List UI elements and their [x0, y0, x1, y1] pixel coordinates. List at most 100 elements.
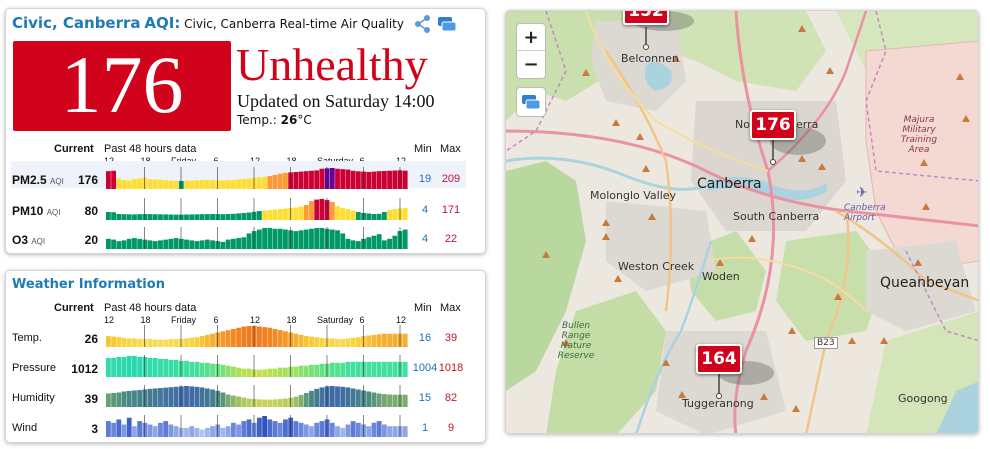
pm25-bar: [303, 171, 309, 189]
wind-bar: [262, 416, 268, 437]
pm25-bar: [184, 180, 189, 189]
wind-bar: [355, 422, 361, 437]
city-name[interactable]: Civic, Canberra: [12, 14, 141, 32]
pm25-bar: [335, 168, 340, 189]
zoom-in-button[interactable]: +: [517, 24, 545, 51]
pressure-bar: [163, 358, 169, 377]
pm10-bar: [126, 214, 132, 220]
aqi-marker-canberra[interactable]: 176: [750, 110, 796, 140]
temp-value: 26: [280, 113, 298, 127]
humidity-bar: [230, 395, 236, 407]
widget-icon[interactable]: [436, 14, 458, 34]
pm10-bar: [376, 213, 382, 220]
wind-bar: [173, 426, 179, 437]
map-layers-button[interactable]: [516, 87, 546, 117]
o3-label[interactable]: O3 AQI: [12, 233, 45, 247]
pm25-bar: [142, 177, 148, 189]
humidity-bar: [402, 394, 408, 407]
pm25-bar: [158, 179, 163, 189]
pm25-bar: [277, 173, 283, 189]
wind-bar: [267, 419, 273, 437]
wind-bar: [381, 424, 387, 437]
pm25-bar: [173, 180, 179, 189]
humidity-bar: [126, 390, 132, 407]
wx-max-header: Max: [440, 302, 461, 314]
wind-bar: [194, 427, 200, 437]
pm10-bar: [111, 212, 117, 220]
pm25-bar: [366, 171, 372, 189]
humidity-bar: [220, 392, 226, 407]
pressure-bar: [272, 368, 278, 377]
pm10-bar: [298, 206, 304, 220]
pressure-bar: [340, 362, 346, 377]
pressure-label[interactable]: Pressure: [12, 362, 56, 374]
pm25-bar: [111, 170, 117, 189]
o3-max: 22: [444, 233, 458, 245]
aqi-marker-tuggeranong[interactable]: 164: [696, 344, 742, 374]
humidity-bar: [298, 394, 304, 407]
pressure-bar: [298, 365, 304, 377]
pm25-bar: [116, 178, 122, 189]
pm25-bar: [178, 180, 184, 189]
label-canberra: Canberra: [697, 176, 762, 192]
humidity-label[interactable]: Humidity: [12, 392, 55, 404]
pressure-bar: [142, 356, 148, 377]
pressure-bar: [262, 369, 268, 377]
pm25-bar: [314, 170, 320, 189]
wind-label[interactable]: Wind: [12, 422, 37, 434]
pm25-bar: [132, 178, 137, 189]
pm25-bar: [220, 180, 226, 189]
o3-bar: [220, 241, 226, 249]
pm10-bar: [189, 214, 195, 220]
humidity-bar: [199, 387, 205, 407]
layers-icon: [522, 95, 541, 110]
pm25-bar: [381, 171, 387, 189]
pm10-label[interactable]: PM10 AQI: [12, 204, 60, 218]
pressure-bar: [220, 364, 226, 377]
o3-bar: [345, 238, 351, 249]
temp-bar: [126, 338, 132, 347]
o3-bar: [366, 237, 372, 249]
humidity-bar: [309, 390, 314, 407]
pressure-bar: [350, 361, 356, 377]
pm10-sparkline: [106, 198, 408, 220]
wind-bar: [126, 417, 132, 437]
wind-bar: [283, 419, 288, 437]
aqi-card: Civic, Canberra AQI: Civic, Canberra Rea…: [5, 8, 486, 254]
humidity-bar: [392, 394, 398, 407]
label-majura: Majura Military Training Area: [900, 115, 938, 155]
pm25-bar: [350, 170, 356, 189]
label-molonglo-valley: Molonglo Valley: [590, 189, 677, 202]
pm10-max: 171: [441, 204, 461, 216]
aqi-marker-belconnen[interactable]: 152: [623, 11, 669, 25]
pm10-bar: [329, 202, 335, 220]
zoom-out-button[interactable]: −: [517, 51, 545, 78]
pressure-bar: [173, 359, 179, 377]
share-icon[interactable]: [412, 14, 434, 34]
pressure-bar: [241, 368, 247, 377]
pm25-sparkline: [106, 167, 408, 189]
o3-label-text: O3: [12, 233, 32, 247]
humidity-bar: [335, 386, 340, 407]
humidity-bar: [147, 388, 153, 407]
pm25-bar: [293, 171, 299, 189]
pressure-bar: [387, 361, 392, 377]
pm10-bar: [319, 199, 325, 220]
pm10-bar: [340, 208, 346, 220]
humidity-bar: [371, 392, 377, 407]
wind-bar: [272, 421, 278, 437]
humidity-bar: [366, 391, 372, 407]
temp-label[interactable]: Temp.: [12, 332, 42, 344]
pressure-bar: [230, 366, 236, 377]
o3-bar: [371, 235, 377, 249]
wind-bar: [111, 422, 117, 437]
humidity-bar: [241, 397, 247, 407]
map-panel[interactable]: ✈ 152 176 164 Belconnen No erra Canberra…: [505, 10, 979, 434]
airport-icon: ✈: [856, 185, 868, 201]
time-label: 12: [396, 315, 407, 325]
humidity-bar: [262, 399, 268, 407]
o3-bar: [314, 228, 320, 249]
pm10-bar: [168, 214, 174, 220]
o3-bar: [329, 229, 335, 249]
humidity-bar: [137, 390, 143, 407]
